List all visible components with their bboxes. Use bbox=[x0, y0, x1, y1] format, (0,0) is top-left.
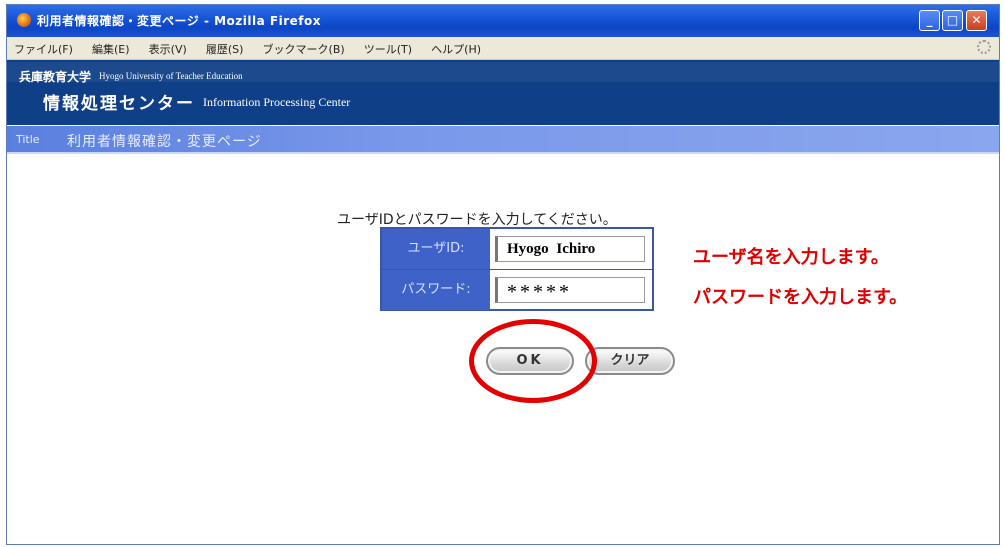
menu-view[interactable]: 表示(V) bbox=[142, 37, 194, 57]
page-title-strip: Title 利用者情報確認・変更ページ bbox=[7, 126, 999, 154]
site-header: 兵庫教育大学 Hyogo University of Teacher Educa… bbox=[7, 60, 999, 125]
title-bar: 利用者情報確認・変更ページ - Mozilla Firefox _ □ ✕ bbox=[7, 5, 999, 37]
user-id-input[interactable]: Hyogo Ichiro bbox=[495, 236, 645, 262]
clear-button[interactable]: クリア bbox=[585, 347, 675, 375]
user-annotation: ユーザ名を入力します。 bbox=[693, 247, 889, 268]
user-row: ユーザID: Hyogo Ichiro bbox=[382, 229, 652, 269]
login-form: ユーザID: Hyogo Ichiro パスワード: ***** bbox=[380, 227, 654, 311]
close-button[interactable]: ✕ bbox=[966, 10, 987, 31]
title-strip-divider bbox=[7, 152, 999, 154]
password-annotation: パスワードを入力します。 bbox=[693, 287, 908, 308]
password-row: パスワード: ***** bbox=[382, 269, 652, 310]
university-name-ja: 兵庫教育大学 bbox=[19, 70, 92, 84]
firefox-icon bbox=[17, 13, 31, 27]
window-title: 利用者情報確認・変更ページ - Mozilla Firefox bbox=[37, 14, 321, 28]
menu-history[interactable]: 履歴(S) bbox=[199, 37, 251, 57]
menu-bookmarks[interactable]: ブックマーク(B) bbox=[256, 37, 352, 57]
page-title: 利用者情報確認・変更ページ bbox=[67, 134, 262, 150]
menu-tools[interactable]: ツール(T) bbox=[357, 37, 419, 57]
university-name-en: Hyogo University of Teacher Education bbox=[99, 71, 243, 81]
ok-button[interactable]: OK bbox=[486, 347, 574, 375]
menu-bar: ファイル(F) 編集(E) 表示(V) 履歴(S) ブックマーク(B) ツール(… bbox=[7, 37, 999, 60]
minimize-button[interactable]: _ bbox=[919, 10, 940, 31]
center-name-ja: 情報処理センター bbox=[43, 94, 195, 114]
title-label: Title bbox=[16, 133, 40, 146]
password-label: パスワード: bbox=[382, 270, 490, 310]
menu-edit[interactable]: 編集(E) bbox=[85, 37, 137, 57]
menu-file[interactable]: ファイル(F) bbox=[7, 37, 80, 57]
maximize-button[interactable]: □ bbox=[942, 10, 963, 31]
center-name-en: Information Processing Center bbox=[203, 95, 351, 109]
password-input[interactable]: ***** bbox=[495, 277, 645, 303]
throbber-icon bbox=[977, 40, 991, 54]
login-prompt: ユーザIDとパスワードを入力してください。 bbox=[337, 212, 617, 228]
menu-help[interactable]: ヘルプ(H) bbox=[424, 37, 488, 57]
user-id-label: ユーザID: bbox=[382, 229, 490, 269]
